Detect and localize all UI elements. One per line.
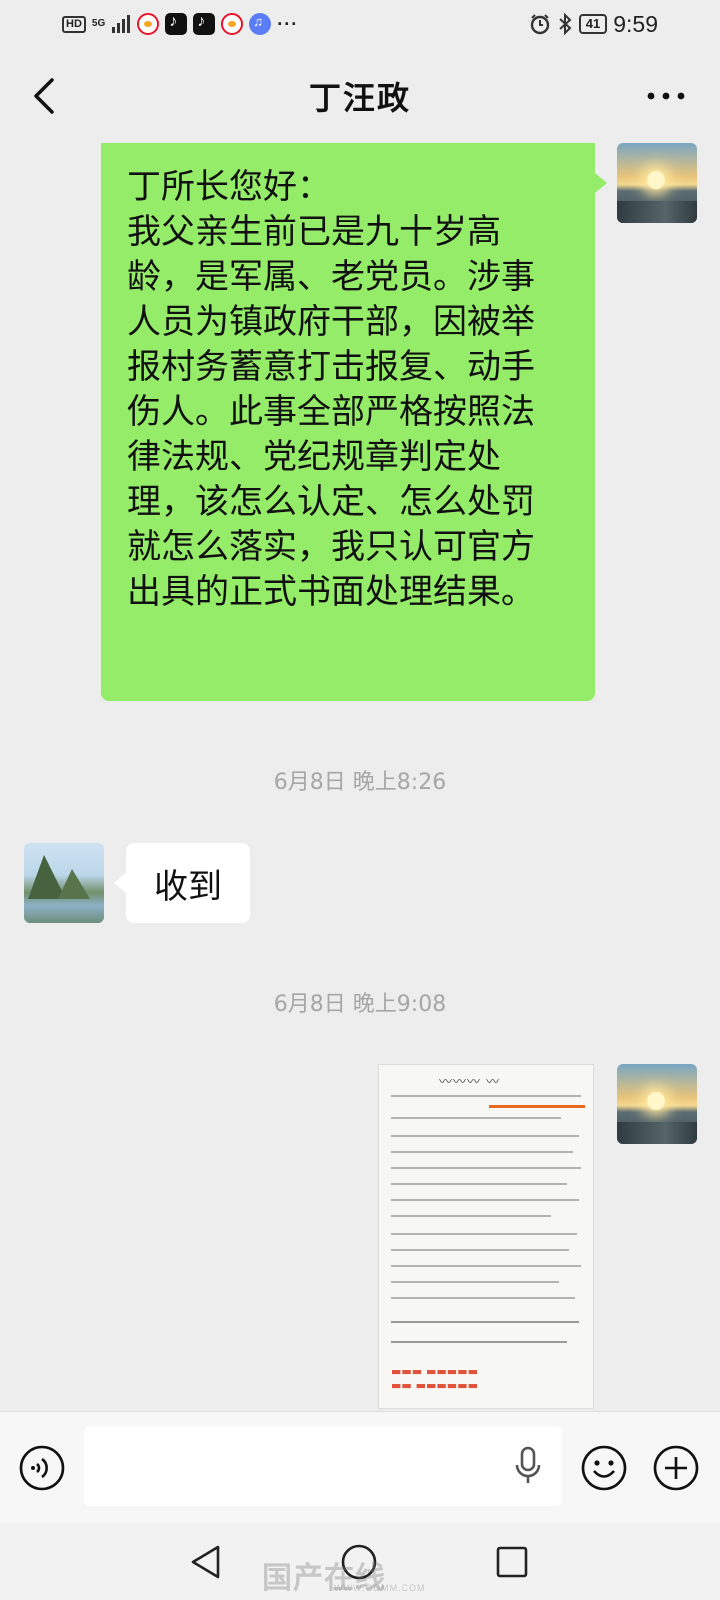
message-line: 报村务蓄意打击报复、动手 — [127, 347, 535, 387]
more-dots-icon[interactable] — [646, 90, 686, 102]
document-line — [391, 1297, 575, 1299]
self-avatar[interactable] — [617, 143, 697, 223]
contact-avatar[interactable] — [24, 843, 104, 923]
voice-toggle-icon[interactable] — [18, 1444, 66, 1492]
message-line: 龄，是军属、老党员。涉事 — [127, 257, 535, 297]
document-signature-line — [391, 1341, 567, 1343]
message-line: 丁所长您好： — [127, 167, 331, 207]
document-line — [391, 1095, 581, 1097]
document-line — [391, 1233, 577, 1235]
document-line — [391, 1151, 573, 1153]
message-line: 律法规、党纪规章判定处 — [127, 437, 501, 477]
message-line: 理，该怎么认定、怎么处罚 — [127, 482, 535, 522]
signal-icon — [112, 15, 131, 33]
message-input[interactable] — [84, 1426, 562, 1506]
document-line — [391, 1199, 579, 1201]
document-line — [391, 1135, 579, 1137]
document-line — [391, 1215, 551, 1217]
alarm-icon — [530, 14, 549, 35]
battery-indicator: 41 — [578, 14, 608, 34]
incoming-message-bubble[interactable]: 收到 — [114, 843, 250, 923]
document-line — [391, 1167, 581, 1169]
document-line — [391, 1281, 559, 1283]
incoming-message-text: 收到 — [154, 866, 222, 907]
network-label: 5G — [91, 18, 106, 29]
plus-circle-icon[interactable] — [652, 1444, 700, 1492]
watermark: 国产在线 WWW.GDMM.COM — [262, 1553, 472, 1595]
self-avatar[interactable] — [617, 1064, 697, 1144]
message-timestamp: 6月8日 晚上9:08 — [273, 992, 447, 1017]
message-timestamp: 6月8日 晚上8:26 — [273, 770, 447, 795]
nav-back-icon[interactable] — [188, 1543, 224, 1581]
status-right: 41 9:59 — [529, 11, 658, 38]
document-line — [391, 1183, 567, 1185]
document-line — [391, 1265, 581, 1267]
microphone-icon[interactable] — [514, 1446, 542, 1486]
document-handwriting: 〰〰〰 〰 — [439, 1075, 501, 1090]
status-bar: HD 5G ··· 41 9:59 — [0, 0, 720, 48]
nav-recent-icon[interactable] — [495, 1545, 529, 1579]
emoji-icon[interactable] — [580, 1444, 628, 1492]
document-highlight — [489, 1105, 585, 1108]
document-stamp: ▬▬▬ ▬▬▬▬▬ ▬▬ ▬▬▬▬▬▬ — [391, 1365, 478, 1392]
watermark-sub: WWW.GDMM.COM — [334, 1583, 426, 1593]
weibo-icon — [137, 13, 160, 35]
chat-header: 丁汪政 — [0, 48, 720, 143]
message-line: 出具的正式书面处理结果。 — [127, 572, 535, 612]
bluetooth-icon — [559, 12, 572, 36]
message-line: 我父亲生前已是九十岁高 — [127, 212, 501, 252]
system-nav-bar: 国产在线 WWW.GDMM.COM — [0, 1523, 720, 1600]
document-line — [391, 1249, 569, 1251]
tiktok-icon — [193, 13, 216, 35]
more-notifications-icon: ··· — [277, 13, 299, 34]
input-bar — [0, 1411, 720, 1523]
chevron-left-icon[interactable] — [30, 78, 60, 114]
outgoing-image-message[interactable]: 〰〰〰 〰 ▬▬▬ ▬▬▬▬▬ ▬▬ ▬▬▬▬▬▬ — [378, 1064, 594, 1409]
document-line — [391, 1117, 561, 1119]
outgoing-message-bubble[interactable]: 丁所长您好： 我父亲生前已是九十岁高 龄，是军属、老党员。涉事 人员为镇政府干部… — [101, 143, 607, 701]
message-line: 就怎么落实，我只认可官方 — [127, 527, 535, 567]
message-line: 伤人。此事全部严格按照法 — [127, 392, 535, 432]
document-signature-line — [391, 1321, 579, 1323]
chat-title: 丁汪政 — [308, 78, 411, 117]
clock: 9:59 — [613, 10, 658, 37]
weibo-icon — [221, 13, 244, 35]
message-line: 人员为镇政府干部，因被举 — [127, 302, 535, 342]
music-icon — [249, 13, 272, 35]
status-left: HD 5G ··· — [62, 13, 298, 35]
hd-badge: HD — [62, 15, 86, 33]
tiktok-icon — [165, 13, 188, 35]
